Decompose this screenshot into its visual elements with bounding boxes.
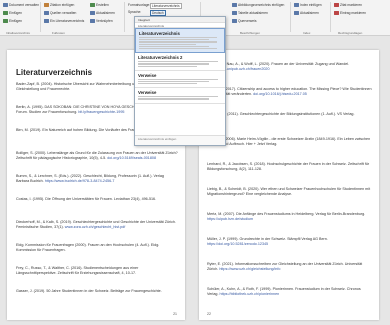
reference-entry: Müller, J. P. (1999). Grundrechte in der… [207,237,373,247]
reference-entry: Ryter, E. (2021). Informationsschreiben … [207,262,373,272]
update-button[interactable]: Aktualisieren [90,11,115,15]
link-button[interactable]: Verknüpfen [90,19,113,23]
manage-sources-button[interactable]: Quellen verwalten [44,11,76,15]
reference-link[interactable]: https://www.budrich.de/978-3-8474-2456-7 [45,179,115,183]
reference-link[interactable]: doi.org/10.1016/j.hisedu.2017.05 [253,92,307,96]
link-icon [90,19,95,23]
insert-icon [3,19,8,23]
reference-entry: Hensel, M., Nau, A., & Wolff, L. (2020).… [207,62,373,72]
refresh-icon [90,11,95,15]
reference-link[interactable]: https://www.uzh.ch/gleichstellung/info [219,267,280,271]
cross-reference-icon [232,19,237,23]
reference-entry: Köhler, H. (2006). Marie Heim-Vögtlin - … [207,137,373,147]
reference-link[interactable]: doi.org/10.5169/seals-001808 [107,156,156,160]
reference-entry: Schüler, A., Kuhn, A., & Roth, F. (1999)… [207,287,373,297]
style-dropdown-label: Formatvorlage: [128,3,151,7]
reference-text: Hensel, M., Nau, A., & Wolff, L. (2020).… [207,62,350,66]
group-label-toc: Inhaltsverzeichnis [6,31,30,35]
insert-citation-button[interactable]: Zitation einfügen [44,3,74,7]
reference-entry: Bumm, S., & Lerchner, S. (Eds.). (2022).… [16,174,178,184]
cross-reference-button[interactable]: Querverweis [232,19,257,23]
reference-entry: Costas, I. (1995). Die Öffnung der Unive… [16,197,178,202]
gallery-entry-references[interactable]: Verweise [135,71,225,89]
document-page-right: Hensel, M., Nau, A., & Wolff, L. (2020).… [199,50,379,320]
reference-entry: Kaiser, M. (2017). Citizenship and acces… [207,87,373,97]
reference-text: Kämpfer, S. (2011). Geschlechtergeschich… [207,112,355,116]
reference-text: Liebig, B., & Schmidt, B. (2020). Wer et… [207,187,371,196]
reference-link[interactable]: https://bibliothek.uzh.ch/pionierinnen [220,292,280,296]
gallery-entry-references-2[interactable]: Verweise [135,88,225,104]
citation-icon [44,3,49,7]
bibliography-heading: Literaturverzeichnis [16,68,93,77]
insert-icon [3,11,8,15]
reference-entry: Gasser, J. (2019). 50 Jahre Studentinnen… [16,289,178,294]
reference-entry: Lenhard, R., & Jacobsen, S. (2018). Hoch… [207,162,373,172]
mark-entry-icon [334,11,339,15]
group-label-captions: Beschriftungen [240,31,261,35]
group-label-index: Index [303,31,311,35]
update-table-button[interactable]: Tabelle aktualisieren [232,11,268,15]
reference-link[interactable]: https://uipub.hzn.de/studium [207,217,253,221]
page-number: 22 [207,312,211,316]
gallery-entry-bibliography-2[interactable]: Literaturverzeichnis 2 [135,53,225,71]
document-icon [3,3,8,7]
group-label-authorities: Rechtsgrundlagen [338,31,363,35]
language-label: Sprache: [128,10,142,14]
mark-entry-button[interactable]: Eintrag markieren [334,11,366,15]
insert-button-1[interactable]: Einfügen [3,11,22,15]
update-index-button[interactable]: Aktualisieren [294,11,319,15]
page-number: 21 [173,312,177,316]
gallery-entry-bibliography[interactable]: Literaturverzeichnis [135,28,225,54]
reference-text: Costas, I. (1995). Die Öffnung der Unive… [16,197,157,201]
refresh-icon [232,11,237,15]
reference-entry: Liebig, B., & Schmidt, B. (2020). Wer et… [207,187,373,197]
sources-icon [44,11,49,15]
insert-index-button[interactable]: Index einfügen [294,3,322,7]
reference-link[interactable]: https://doi.org/10.5281/zenodo.12345 [207,242,268,246]
create-button[interactable]: Erstellen [90,3,109,7]
style-dropdown[interactable]: Literaturverzeichnis [150,3,182,9]
reference-entry: Dieckerhoff, M., & Kalb, S. (2019). Gesc… [16,220,178,230]
figure-list-icon [232,3,237,7]
reference-entry: Kämpfer, S. (2011). Geschlechtergeschich… [207,112,373,117]
mark-citation-icon [334,3,339,7]
reference-text: Köhler, H. (2006). Marie Heim-Vögtlin - … [207,137,371,146]
reference-text: Mertz, M. (2007). Die Anfänge des Frauen… [207,212,366,216]
reference-link[interactable]: www.zora.uzh.ch/geschlecht_hist.pdf [65,225,125,229]
reference-text: Lenhard, R., & Jacobsen, S. (2018). Hoch… [207,162,370,171]
insert-figure-list-button[interactable]: Abbildungsverzeichnis einfügen [232,3,284,7]
mark-citation-button[interactable]: Zitat markieren [334,3,362,7]
create-icon [90,3,95,7]
bibliography-icon [44,19,49,23]
reference-entry: Frey, C., Russo, T., & Walther, C. (2016… [16,266,178,276]
bibliography-button[interactable]: Ein Literaturverzeichnis [44,19,84,23]
reference-text: Müller, J. P. (1999). Grundrechte in der… [207,237,328,241]
manage-document-button[interactable]: Dokument verwalten [3,3,39,7]
bibliography-gallery: Integriert Literaturverzeichnis Literatu… [134,16,226,146]
reference-text: Gasser, J. (2019). 50 Jahre Studentinnen… [16,289,162,293]
reference-entry: Mertz, M. (2007). Die Anfänge des Frauen… [207,212,373,222]
group-label-footnotes: Fußnoten [52,31,65,35]
reference-link[interactable]: bit.ly/frauengeschichte-1995 [78,110,124,114]
insert-bibliography-command[interactable]: Literaturverzeichnis einfügen [135,135,225,145]
insert-button-2[interactable]: Einfügen [3,19,22,23]
reference-text: Eidg. Kommission für Frauenfragen (2000)… [16,243,160,252]
reference-entry: Bolliger, S. (2000). Lebenslänge als Gru… [16,151,178,161]
style-select[interactable]: Literaturverzeichnis [150,3,182,9]
refresh-icon [294,11,299,15]
reference-text: Frey, C., Russo, T., & Walther, C. (2016… [16,266,139,275]
reference-entry: Eidg. Kommission für Frauenfragen (2000)… [16,243,178,253]
index-icon [294,3,299,7]
